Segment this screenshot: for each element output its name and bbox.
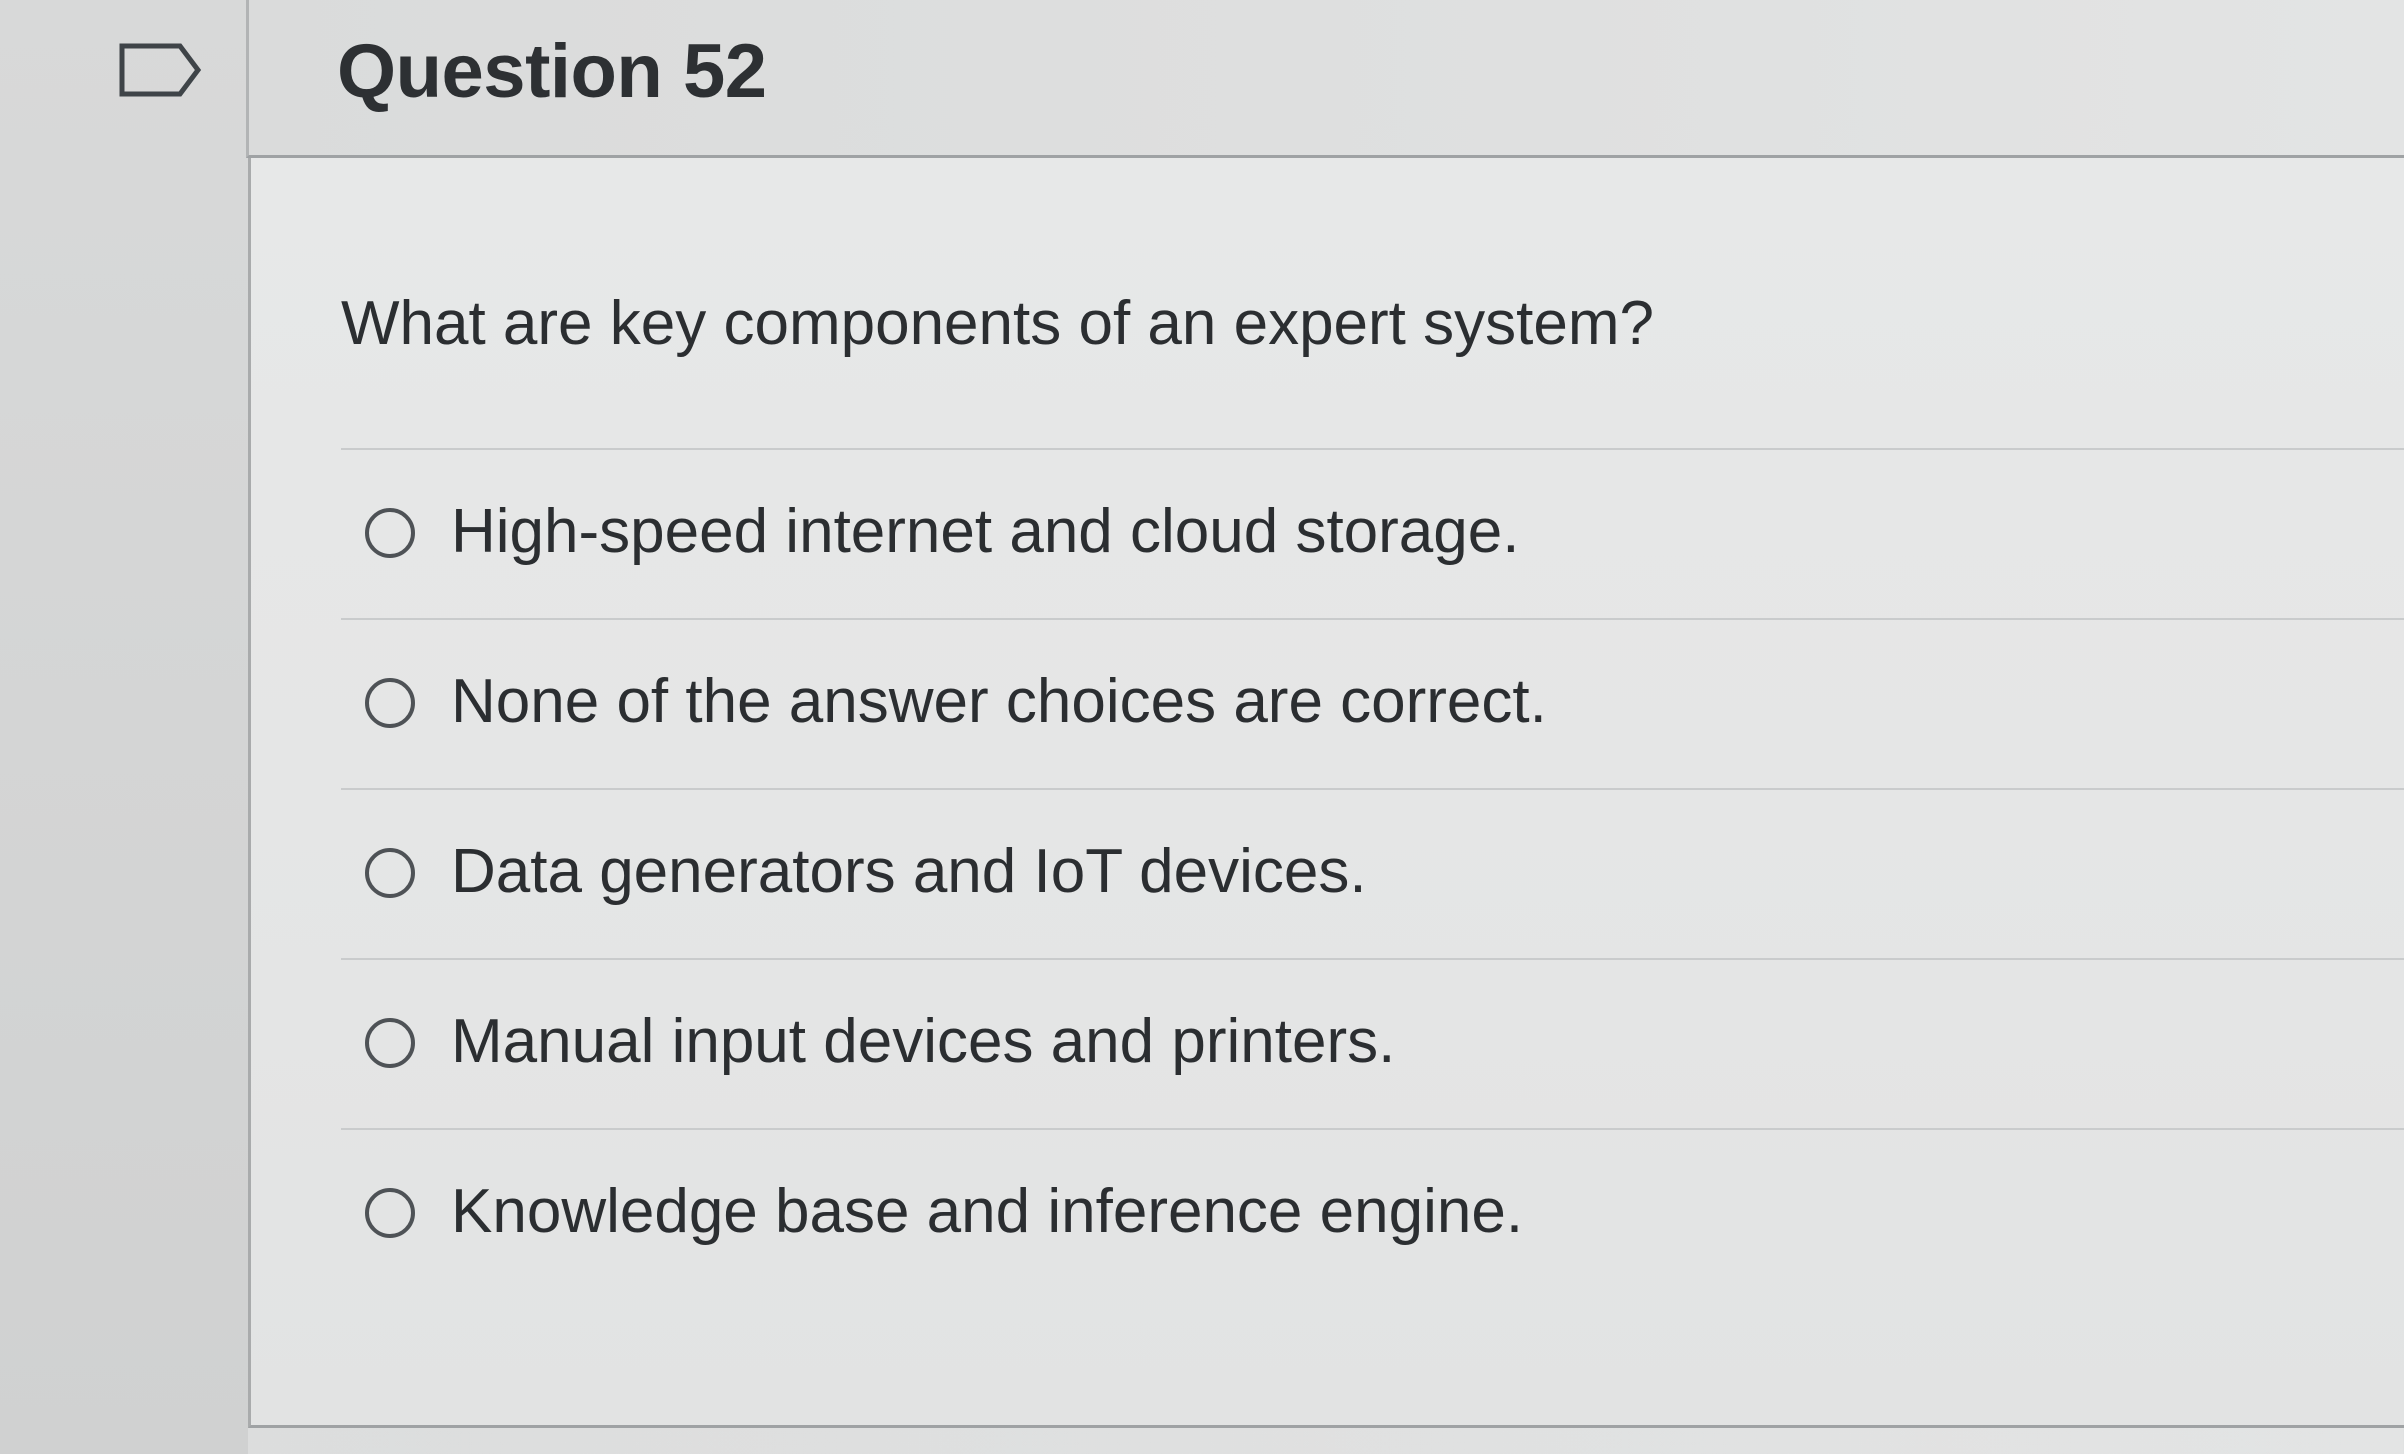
answer-option[interactable]: Knowledge base and inference engine. bbox=[341, 1128, 2404, 1298]
answer-label[interactable]: None of the answer choices are correct. bbox=[451, 666, 1547, 737]
flag-question-icon[interactable] bbox=[118, 42, 202, 98]
radio-button[interactable] bbox=[365, 1188, 415, 1238]
question-prompt: What are key components of an expert sys… bbox=[341, 289, 1654, 358]
radio-button[interactable] bbox=[365, 1018, 415, 1068]
answer-option[interactable]: None of the answer choices are correct. bbox=[341, 618, 2404, 788]
answer-option[interactable]: High-speed internet and cloud storage. bbox=[341, 448, 2404, 618]
answer-option[interactable]: Manual input devices and printers. bbox=[341, 958, 2404, 1128]
question-header: Question 52 bbox=[246, 0, 2404, 158]
left-rail bbox=[0, 0, 248, 1454]
answer-label[interactable]: Knowledge base and inference engine. bbox=[451, 1176, 1523, 1247]
question-body: What are key components of an expert sys… bbox=[248, 158, 2404, 1428]
answer-label[interactable]: High-speed internet and cloud storage. bbox=[451, 496, 1519, 567]
answer-label[interactable]: Manual input devices and printers. bbox=[451, 1006, 1395, 1077]
answer-option[interactable]: Data generators and IoT devices. bbox=[341, 788, 2404, 958]
answer-list: High-speed internet and cloud storage. N… bbox=[341, 448, 2404, 1298]
radio-button[interactable] bbox=[365, 848, 415, 898]
answer-label[interactable]: Data generators and IoT devices. bbox=[451, 836, 1367, 907]
question-title: Question 52 bbox=[337, 29, 767, 114]
radio-button[interactable] bbox=[365, 508, 415, 558]
radio-button[interactable] bbox=[365, 678, 415, 728]
